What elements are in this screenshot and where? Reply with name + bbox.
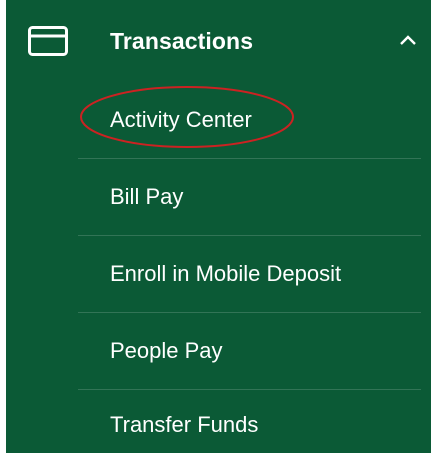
menu-item-label: Enroll in Mobile Deposit xyxy=(110,261,342,286)
transactions-header[interactable]: Transactions xyxy=(6,0,431,82)
menu-item-enroll-mobile-deposit[interactable]: Enroll in Mobile Deposit xyxy=(6,236,431,313)
chevron-up-icon[interactable] xyxy=(399,34,417,46)
credit-card-icon xyxy=(28,26,68,56)
transactions-menu: Transactions Activity Center Bill Pay En… xyxy=(6,0,431,453)
menu-item-transfer-funds[interactable]: Transfer Funds xyxy=(6,390,431,453)
transactions-title: Transactions xyxy=(110,28,254,54)
menu-item-people-pay[interactable]: People Pay xyxy=(6,313,431,390)
menu-item-bill-pay[interactable]: Bill Pay xyxy=(6,159,431,236)
menu-item-label: Transfer Funds xyxy=(110,412,259,437)
menu-item-label: Bill Pay xyxy=(110,184,184,209)
menu-item-label: People Pay xyxy=(110,338,223,363)
highlight-circle-annotation xyxy=(80,86,294,148)
